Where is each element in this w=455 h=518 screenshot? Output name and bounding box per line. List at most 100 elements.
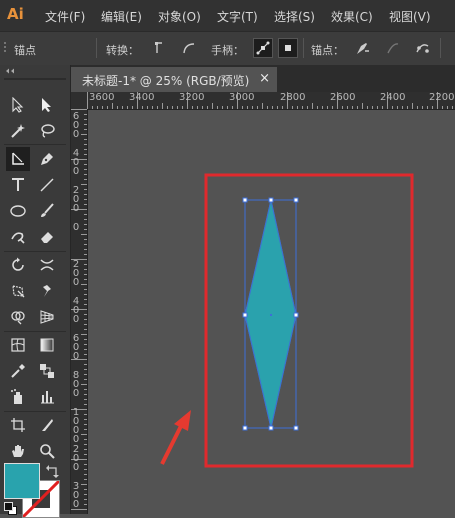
annotation-arrow — [160, 410, 191, 465]
tools-panel — [0, 65, 71, 518]
symbol-sprayer-tool[interactable] — [6, 385, 30, 409]
ruler-label: 3600 — [89, 92, 115, 103]
canvas[interactable] — [88, 110, 455, 514]
ruler-label: 200 — [72, 186, 80, 214]
app-logo: Ai — [7, 5, 24, 23]
free-transform-tool[interactable] — [6, 279, 30, 303]
selection-tool[interactable] — [6, 93, 30, 117]
rotate-tool-icon — [12, 257, 24, 271]
handles-label: 手柄： — [211, 44, 244, 57]
type-tool[interactable] — [6, 173, 30, 197]
zoom-tool[interactable] — [35, 439, 59, 463]
menu-bar: Ai 文件(F) 编辑(E) 对象(O) 文字(T) 选择(S) 效果(C) 视… — [0, 0, 455, 31]
connect-anchors-icon — [387, 43, 399, 54]
document-tab-bar: 未标题-1* @ 25% (RGB/预览) × — [71, 65, 455, 92]
anchor-point-tool-icon — [12, 152, 24, 165]
shaper-tool[interactable] — [6, 225, 30, 249]
mesh-tool-icon — [11, 338, 25, 352]
show-handles-button[interactable] — [253, 38, 273, 58]
cut-path-icon — [416, 44, 429, 53]
column-graph-tool[interactable] — [35, 385, 59, 409]
vertical-ruler[interactable]: 60040020002004006008001000200300 — [71, 109, 88, 514]
ruler-digit: 0 — [72, 351, 80, 362]
center-point — [270, 314, 272, 316]
convert-to-corner-button[interactable] — [149, 38, 169, 58]
rotate-tool[interactable] — [6, 253, 30, 277]
shape-builder-tool[interactable] — [6, 305, 30, 329]
free-transform-tool-icon — [12, 285, 25, 298]
lasso-tool[interactable] — [35, 119, 59, 143]
pen-tool[interactable] — [35, 147, 59, 171]
perspective-grid-tool-icon — [40, 310, 54, 324]
lasso-tool-icon — [41, 124, 55, 138]
collapse-icon[interactable] — [5, 68, 17, 74]
eyedropper-tool[interactable] — [6, 359, 30, 383]
hide-handles-icon — [285, 45, 291, 51]
magic-wand-tool[interactable] — [6, 119, 30, 143]
selection-tool-icon — [12, 97, 24, 113]
menu-effect[interactable]: 效果(C) — [331, 8, 373, 25]
menu-file[interactable]: 文件(F) — [45, 8, 85, 25]
artwork — [160, 173, 414, 468]
grip-icon — [4, 42, 6, 52]
ruler-label: 2600 — [330, 92, 356, 103]
shaper-tool-icon — [11, 232, 25, 244]
ruler-digit: 0 — [72, 499, 80, 510]
eraser-tool[interactable] — [35, 225, 59, 249]
menu-type[interactable]: 文字(T) — [217, 8, 258, 25]
swap-fill-stroke-icon[interactable] — [46, 464, 60, 478]
ruler-digit: 0 — [72, 203, 80, 214]
hand-tool-icon — [12, 445, 24, 457]
anchor-point-tool[interactable] — [6, 147, 30, 171]
connect-anchors-button[interactable] — [383, 38, 403, 58]
horizontal-ruler[interactable]: 3600 3400 3200 3000 2800 2600 2400 2200 — [87, 92, 455, 110]
hand-tool[interactable] — [6, 439, 30, 463]
ruler-label: 600 — [72, 112, 80, 140]
fill-swatch[interactable] — [4, 463, 40, 499]
ruler-label: 200 — [72, 445, 80, 473]
default-colors-button[interactable] — [4, 502, 17, 515]
zoom-tool-icon — [40, 444, 55, 459]
cut-path-button[interactable] — [413, 38, 433, 58]
blend-tool-icon — [40, 364, 54, 378]
ruler-digit: 0 — [72, 166, 80, 177]
paintbrush-tool[interactable] — [35, 199, 59, 223]
magic-wand-tool-icon — [11, 124, 25, 138]
document-tab[interactable]: 未标题-1* @ 25% (RGB/预览) × — [71, 67, 277, 92]
menu-edit[interactable]: 编辑(E) — [101, 8, 142, 25]
ruler-label: 2200 — [429, 92, 455, 103]
type-tool-icon — [12, 178, 24, 191]
anchor-points-label: 锚点： — [311, 44, 344, 57]
width-tool[interactable] — [35, 253, 59, 277]
line-tool[interactable] — [35, 173, 59, 197]
gradient-tool[interactable] — [35, 333, 59, 357]
paintbrush-tool-icon — [41, 203, 54, 217]
hide-handles-button[interactable] — [278, 38, 298, 58]
panel-grip — [4, 78, 66, 80]
ellipse-tool[interactable] — [6, 199, 30, 223]
symbol-sprayer-tool-icon — [11, 389, 22, 404]
direct-selection-tool[interactable] — [35, 93, 59, 117]
slice-tool[interactable] — [35, 413, 59, 437]
mesh-tool[interactable] — [6, 333, 30, 357]
ruler-label: 2400 — [380, 92, 406, 103]
puppet-warp-tool[interactable] — [35, 279, 59, 303]
convert-to-smooth-button[interactable] — [179, 38, 199, 58]
ruler-label: 600 — [72, 334, 80, 362]
remove-anchor-button[interactable] — [352, 38, 372, 58]
artboard-tool[interactable] — [6, 413, 30, 437]
column-graph-tool-icon — [41, 391, 54, 404]
blend-tool[interactable] — [35, 359, 59, 383]
divider — [303, 38, 304, 58]
menu-object[interactable]: 对象(O) — [158, 8, 201, 25]
ruler-origin[interactable] — [71, 92, 87, 109]
ruler-label: 1000 — [72, 408, 80, 445]
shape-builder-tool-icon — [11, 311, 25, 325]
ruler-digit: 0 — [72, 222, 80, 233]
menu-select[interactable]: 选择(S) — [274, 8, 315, 25]
perspective-grid-tool[interactable] — [35, 305, 59, 329]
close-icon[interactable]: × — [259, 71, 270, 86]
menu-view[interactable]: 视图(V) — [389, 8, 431, 25]
width-tool-icon — [40, 259, 54, 271]
direct-selection-tool-icon — [42, 98, 51, 112]
